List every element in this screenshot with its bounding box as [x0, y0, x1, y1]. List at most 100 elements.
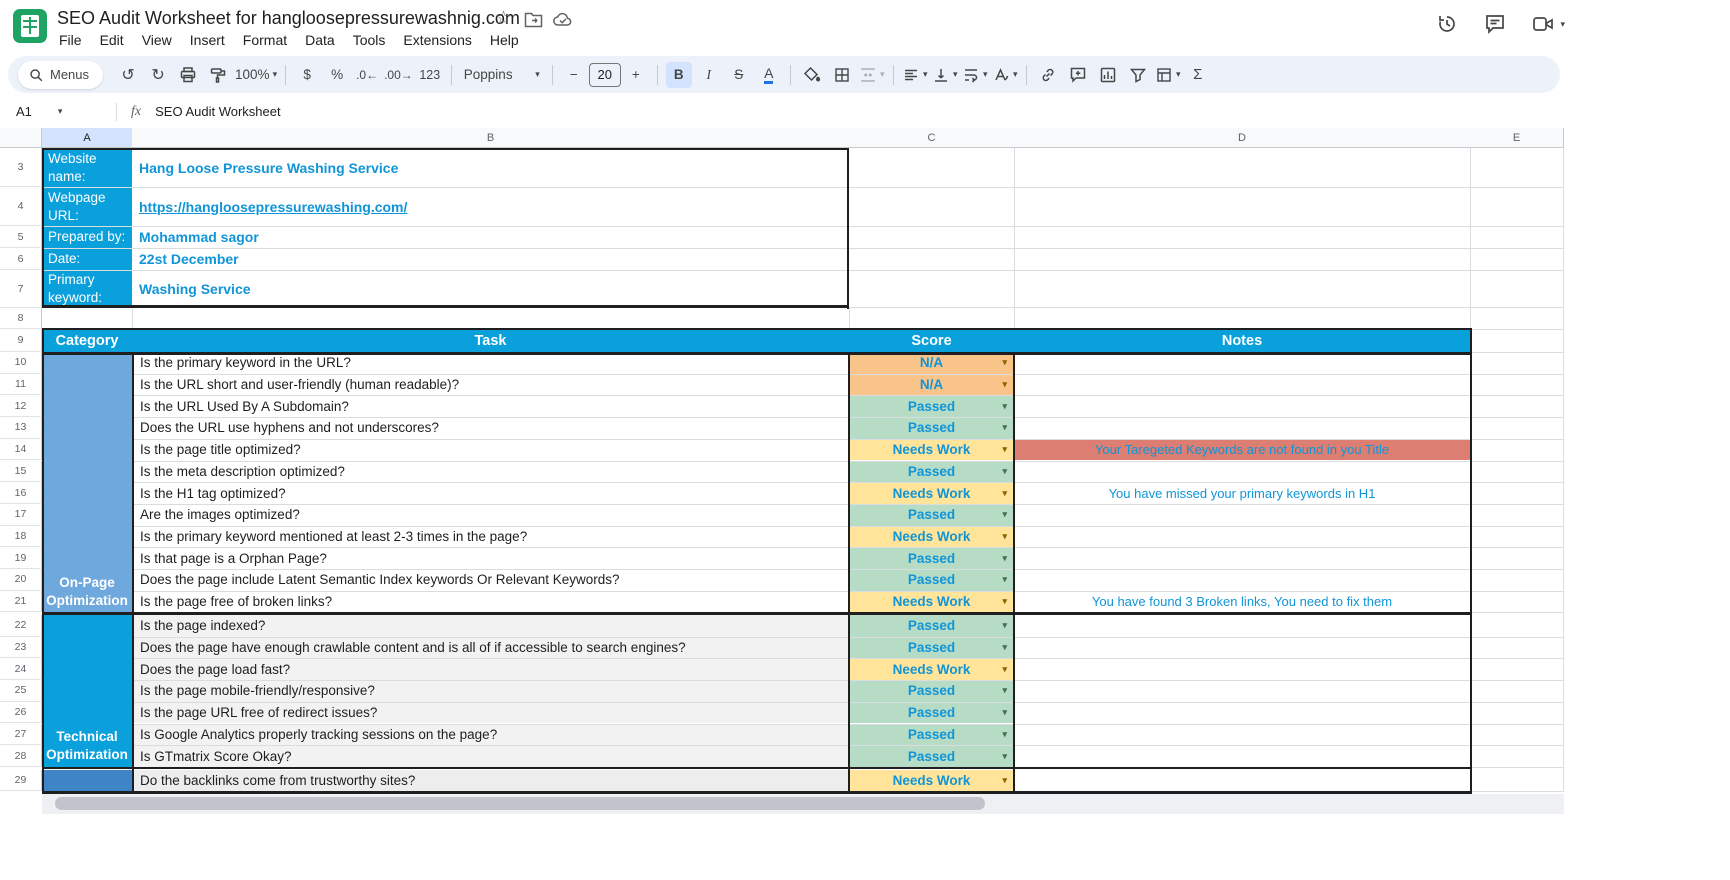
- menu-view[interactable]: View: [133, 29, 181, 51]
- task-cell-row25[interactable]: Is the page mobile-friendly/responsive?: [132, 680, 849, 702]
- row-number-23[interactable]: 23: [0, 637, 42, 659]
- formula-input[interactable]: SEO Audit Worksheet: [155, 104, 281, 119]
- task-cell-row13[interactable]: Does the URL use hyphens and not undersc…: [132, 417, 849, 439]
- paint-format-button[interactable]: [205, 62, 231, 88]
- score-cell-row21[interactable]: Needs Work▾: [849, 591, 1014, 613]
- row-number-6[interactable]: 6: [0, 248, 42, 270]
- info-value-row4[interactable]: https://hangloosepressurewashing.com/: [132, 187, 849, 226]
- task-cell-row12[interactable]: Is the URL Used By A Subdomain?: [132, 395, 849, 417]
- score-dropdown-icon[interactable]: ▾: [1002, 775, 1007, 786]
- row-number-7[interactable]: 7: [0, 270, 42, 308]
- percent-format-button[interactable]: %: [324, 62, 350, 88]
- row-number-14[interactable]: 14: [0, 439, 42, 461]
- task-cell-row24[interactable]: Does the page load fast?: [132, 658, 849, 680]
- menu-tools[interactable]: Tools: [344, 29, 395, 51]
- score-dropdown-icon[interactable]: ▾: [1002, 422, 1007, 433]
- score-cell-row25[interactable]: Passed▾: [849, 680, 1014, 702]
- score-cell-row11[interactable]: N/A▾: [849, 374, 1014, 396]
- row-number-10[interactable]: 10: [0, 352, 42, 374]
- task-cell-row15[interactable]: Is the meta description optimized?: [132, 461, 849, 483]
- header-score[interactable]: Score: [849, 329, 1014, 352]
- horizontal-scrollbar[interactable]: [55, 797, 985, 810]
- comments-icon[interactable]: [1483, 12, 1507, 36]
- row-number-25[interactable]: 25: [0, 680, 42, 702]
- row-number-27[interactable]: 27: [0, 724, 42, 746]
- column-header-D[interactable]: D: [1014, 128, 1471, 148]
- text-wrap-button[interactable]: ▾: [962, 62, 988, 88]
- score-dropdown-icon[interactable]: ▾: [1002, 509, 1007, 520]
- row-number-22[interactable]: 22: [0, 615, 42, 637]
- score-dropdown-icon[interactable]: ▾: [1002, 664, 1007, 675]
- decrease-decimal-button[interactable]: .0←: [354, 62, 380, 88]
- header-notes[interactable]: Notes: [1014, 329, 1470, 352]
- menu-extensions[interactable]: Extensions: [394, 29, 480, 51]
- row-number-19[interactable]: 19: [0, 547, 42, 569]
- task-cell-row11[interactable]: Is the URL short and user-friendly (huma…: [132, 374, 849, 396]
- print-button[interactable]: [175, 62, 201, 88]
- insert-link-button[interactable]: [1035, 62, 1061, 88]
- info-label-row4[interactable]: Webpage URL:: [42, 187, 132, 226]
- version-history-icon[interactable]: [1435, 12, 1459, 36]
- score-dropdown-icon[interactable]: ▾: [1002, 401, 1007, 412]
- column-header-B[interactable]: B: [132, 128, 850, 148]
- info-value-row3[interactable]: Hang Loose Pressure Washing Service: [132, 148, 849, 187]
- score-cell-row27[interactable]: Passed▾: [849, 724, 1014, 746]
- score-cell-row16[interactable]: Needs Work▾: [849, 482, 1014, 504]
- row-number-24[interactable]: 24: [0, 658, 42, 680]
- score-dropdown-icon[interactable]: ▾: [1002, 357, 1007, 368]
- zoom-control[interactable]: 100%▾: [235, 62, 277, 88]
- task-cell-row22[interactable]: Is the page indexed?: [132, 615, 849, 637]
- score-cell-row20[interactable]: Passed▾: [849, 569, 1014, 591]
- score-cell-row13[interactable]: Passed▾: [849, 417, 1014, 439]
- row-number-21[interactable]: 21: [0, 591, 42, 613]
- menu-data[interactable]: Data: [296, 29, 344, 51]
- row-number-3[interactable]: 3: [0, 148, 42, 187]
- task-cell-row20[interactable]: Does the page include Latent Semantic In…: [132, 569, 849, 591]
- task-cell-row16[interactable]: Is the H1 tag optimized?: [132, 482, 849, 504]
- name-box[interactable]: A1▾: [0, 104, 116, 119]
- score-cell-row12[interactable]: Passed▾: [849, 395, 1014, 417]
- menu-format[interactable]: Format: [234, 29, 296, 51]
- star-icon[interactable]: ☆: [495, 7, 512, 30]
- italic-button[interactable]: I: [696, 62, 722, 88]
- category-cell-On-Page Optimization[interactable]: On-Page Optimization: [42, 352, 132, 612]
- row-number-12[interactable]: 12: [0, 395, 42, 417]
- row-number-4[interactable]: 4: [0, 187, 42, 226]
- column-header-C[interactable]: C: [849, 128, 1015, 148]
- task-cell-row28[interactable]: Is GTmatrix Score Okay?: [132, 745, 849, 767]
- menu-help[interactable]: Help: [481, 29, 528, 51]
- task-cell-row23[interactable]: Does the page have enough crawlable cont…: [132, 637, 849, 659]
- row-number-9[interactable]: 9: [0, 329, 42, 352]
- row-number-16[interactable]: 16: [0, 482, 42, 504]
- score-dropdown-icon[interactable]: ▾: [1002, 444, 1007, 455]
- score-cell-row28[interactable]: Passed▾: [849, 745, 1014, 767]
- font-family-select[interactable]: Poppins▾: [460, 62, 544, 88]
- note-cell-row16[interactable]: You have missed your primary keywords in…: [1014, 482, 1470, 504]
- score-dropdown-icon[interactable]: ▾: [1002, 488, 1007, 499]
- score-dropdown-icon[interactable]: ▾: [1002, 531, 1007, 542]
- currency-format-button[interactable]: $: [294, 62, 320, 88]
- header-category[interactable]: Category: [42, 329, 132, 352]
- create-filter-button[interactable]: [1125, 62, 1151, 88]
- menu-edit[interactable]: Edit: [91, 29, 133, 51]
- score-dropdown-icon[interactable]: ▾: [1002, 729, 1007, 740]
- increase-font-size-button[interactable]: +: [623, 62, 649, 88]
- task-cell-row17[interactable]: Are the images optimized?: [132, 504, 849, 526]
- category-cell-Technical Optimization[interactable]: Technical Optimization: [42, 615, 132, 767]
- task-cell-row26[interactable]: Is the page URL free of redirect issues?: [132, 702, 849, 724]
- score-dropdown-icon[interactable]: ▾: [1002, 466, 1007, 477]
- move-folder-icon[interactable]: [524, 11, 543, 28]
- score-cell-row17[interactable]: Passed▾: [849, 504, 1014, 526]
- header-task[interactable]: Task: [132, 329, 849, 352]
- insert-comment-button[interactable]: [1065, 62, 1091, 88]
- bold-button[interactable]: B: [666, 62, 692, 88]
- score-cell-row18[interactable]: Needs Work▾: [849, 526, 1014, 548]
- task-cell-row21[interactable]: Is the page free of broken links?: [132, 591, 849, 613]
- row-number-8[interactable]: 8: [0, 308, 42, 329]
- font-size-input[interactable]: 20: [589, 63, 621, 87]
- functions-button[interactable]: Σ: [1185, 62, 1211, 88]
- score-dropdown-icon[interactable]: ▾: [1002, 553, 1007, 564]
- info-label-row6[interactable]: Date:: [42, 248, 132, 270]
- row-number-28[interactable]: 28: [0, 745, 42, 767]
- score-cell-row24[interactable]: Needs Work▾: [849, 658, 1014, 680]
